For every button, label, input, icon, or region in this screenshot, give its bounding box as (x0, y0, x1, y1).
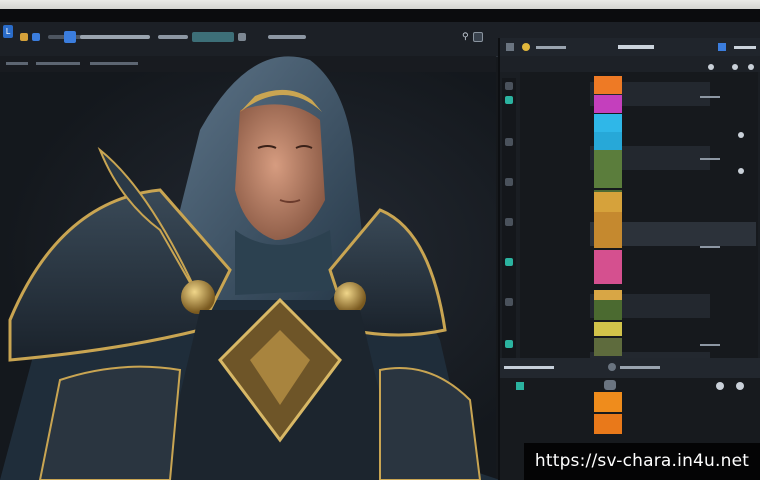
light-icon[interactable] (522, 43, 530, 51)
color-swatch[interactable] (594, 132, 622, 150)
left-gem (181, 280, 215, 314)
color-swatch[interactable] (594, 114, 622, 132)
dot-icon[interactable] (738, 132, 744, 138)
right-arm-guard (379, 367, 482, 480)
teal-icon[interactable] (505, 340, 513, 348)
row-label (700, 158, 720, 160)
teal-icon[interactable] (505, 258, 513, 266)
color-swatch[interactable] (594, 192, 622, 212)
dot-icon[interactable] (748, 64, 754, 70)
layers-panel (498, 38, 760, 480)
eye-icon[interactable] (505, 218, 513, 226)
color-swatch[interactable] (594, 392, 622, 412)
color-swatch[interactable] (594, 150, 622, 188)
settings-icon[interactable] (608, 363, 616, 371)
title-bar (0, 9, 760, 22)
section-title (504, 366, 554, 369)
character-artwork (0, 56, 500, 480)
window-top-strip (0, 0, 760, 9)
layer-list[interactable] (520, 72, 758, 394)
dot-icon[interactable] (708, 64, 714, 70)
panel-toolbar (500, 56, 760, 72)
watermark-url: https://sv-chara.in4u.net (524, 443, 760, 480)
row-label (700, 246, 720, 248)
color-swatch[interactable] (594, 300, 622, 320)
eye-icon[interactable] (505, 82, 513, 90)
camera-icon[interactable] (604, 380, 616, 390)
dot-icon[interactable] (738, 168, 744, 174)
layers-panel-header (500, 38, 760, 56)
color-swatch[interactable] (594, 338, 622, 356)
color-swatch[interactable] (594, 212, 622, 248)
teal-icon[interactable] (505, 96, 513, 104)
face-shape (235, 104, 325, 240)
color-swatch[interactable] (594, 250, 622, 284)
dot-icon[interactable] (716, 382, 724, 390)
row-label (700, 96, 720, 98)
section-label (620, 366, 660, 369)
app-logo-icon[interactable]: L (3, 25, 13, 38)
teal-icon[interactable] (516, 382, 524, 390)
color-swatch[interactable] (594, 76, 622, 94)
dot-icon[interactable] (732, 64, 738, 70)
maximize-icon[interactable] (718, 43, 726, 51)
panel-section-header (500, 358, 760, 378)
lock-icon[interactable] (505, 138, 513, 146)
panel-label (618, 45, 654, 49)
arm-guard (38, 365, 182, 480)
right-gem (334, 282, 366, 314)
panel-menu-icon[interactable] (506, 43, 514, 51)
layer-icon-column (502, 78, 516, 394)
color-swatch[interactable] (594, 322, 622, 336)
row-label (700, 344, 720, 346)
panel-title (536, 46, 566, 49)
dot-icon[interactable] (736, 382, 744, 390)
panel-label-2 (734, 46, 756, 49)
color-swatch[interactable] (594, 414, 622, 434)
color-swatch[interactable] (594, 95, 622, 113)
link-icon[interactable] (505, 178, 513, 186)
lock-icon[interactable] (505, 298, 513, 306)
